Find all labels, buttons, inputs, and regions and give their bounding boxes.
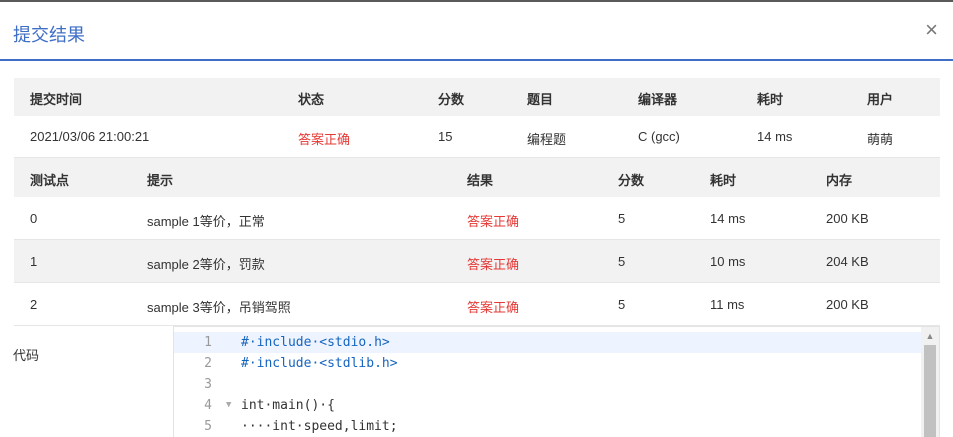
preprocessor-directive: #·include· (241, 356, 320, 371)
header-testpoint: 测试点 (30, 173, 70, 188)
testpoint-score: 5 (618, 211, 626, 226)
table-row: 0 sample 1等价，正常 答案正确 5 14 ms 200 KB (14, 197, 940, 240)
dialog-title: 提交结果 (13, 25, 85, 45)
status-badge: 答案正确 (298, 132, 351, 147)
testpoint-hint: sample 1等价，正常 (147, 214, 265, 229)
testpoint-id: 1 (30, 254, 38, 269)
compiler: C (gcc) (638, 129, 680, 144)
testpoint-time: 14 ms (710, 211, 746, 226)
testpoint-hint: sample 3等价，吊销驾照 (147, 300, 291, 315)
testpoint-result: 答案正确 (467, 300, 520, 315)
code-line: 1 #·include·<stdio.h> (174, 332, 922, 353)
testpoint-time: 10 ms (710, 254, 746, 269)
code-text: int·main()·{ (241, 398, 335, 413)
include-target: <stdlib.h> (319, 356, 398, 371)
header-hint: 提示 (147, 173, 174, 188)
elapsed-time: 14 ms (757, 129, 793, 144)
code-line: 4 ▼ int·main()·{ (174, 395, 922, 416)
fold-arrow-icon[interactable]: ▼ (226, 395, 231, 416)
submission-header-row: 提交时间 状态 分数 题目 编译器 耗时 用户 (14, 78, 940, 116)
line-number: 2 (204, 356, 212, 371)
table-row: 1 sample 2等价，罚款 答案正确 5 10 ms 204 KB (14, 240, 940, 283)
scroll-up-arrow-icon[interactable]: ▲ (921, 329, 939, 343)
line-number: 5 (204, 419, 212, 434)
code-label: 代码 (13, 348, 40, 363)
header-score: 分数 (438, 92, 465, 107)
testpoint-memory: 200 KB (826, 297, 869, 312)
header-time: 耗时 (710, 173, 737, 188)
user-link[interactable]: 萌萌 (867, 129, 893, 148)
testpoint-score: 5 (618, 297, 626, 312)
header-score: 分数 (618, 173, 645, 188)
line-number: 4 (204, 398, 212, 413)
header-user: 用户 (867, 92, 894, 107)
code-editor[interactable]: 1 #·include·<stdio.h> 2 #·include·<stdli… (173, 326, 940, 437)
preprocessor-directive: #·include· (241, 335, 320, 350)
header-status: 状态 (298, 92, 325, 107)
testpoint-result: 答案正确 (467, 214, 520, 229)
testpoint-id: 2 (30, 297, 38, 312)
code-text: #·include·<stdio.h> (241, 332, 390, 353)
line-number: 3 (204, 377, 212, 392)
testpoint-memory: 204 KB (826, 254, 869, 269)
testpoint-id: 0 (30, 211, 38, 226)
editor-scrollbar[interactable]: ▲ (921, 327, 939, 437)
header-memory: 内存 (826, 173, 853, 188)
code-line: 3 (174, 374, 922, 395)
problem-link[interactable]: 编程题 (527, 129, 566, 148)
testpoint-result: 答案正确 (467, 257, 520, 272)
header-time: 耗时 (757, 92, 784, 107)
scrollbar-thumb[interactable] (924, 345, 936, 437)
testpoint-hint: sample 2等价，罚款 (147, 257, 265, 272)
header-submit-time: 提交时间 (30, 92, 83, 107)
code-text: #·include·<stdlib.h> (241, 353, 398, 374)
code-line: 5 ····int·speed,limit; (174, 416, 922, 437)
submission-row: 2021/03/06 21:00:21 答案正确 15 编程题 C (gcc) … (14, 116, 940, 158)
submit-time: 2021/03/06 21:00:21 (30, 129, 150, 144)
include-target: <stdio.h> (319, 335, 390, 350)
testpoint-score: 5 (618, 254, 626, 269)
code-line: 2 #·include·<stdlib.h> (174, 353, 922, 374)
close-icon[interactable]: × (925, 18, 938, 42)
testcase-header-row: 测试点 提示 结果 分数 耗时 内存 (14, 158, 940, 197)
header-compiler: 编译器 (638, 92, 678, 107)
header-problem: 题目 (527, 92, 554, 107)
testpoint-time: 11 ms (710, 297, 745, 312)
dialog-header: 提交结果 × (0, 2, 953, 61)
table-row: 2 sample 3等价，吊销驾照 答案正确 5 11 ms 200 KB (14, 283, 940, 326)
code-text: ····int·speed,limit; (241, 419, 398, 434)
testpoint-memory: 200 KB (826, 211, 869, 226)
line-number: 1 (204, 335, 212, 350)
score: 15 (438, 129, 453, 144)
header-result: 结果 (467, 173, 494, 188)
